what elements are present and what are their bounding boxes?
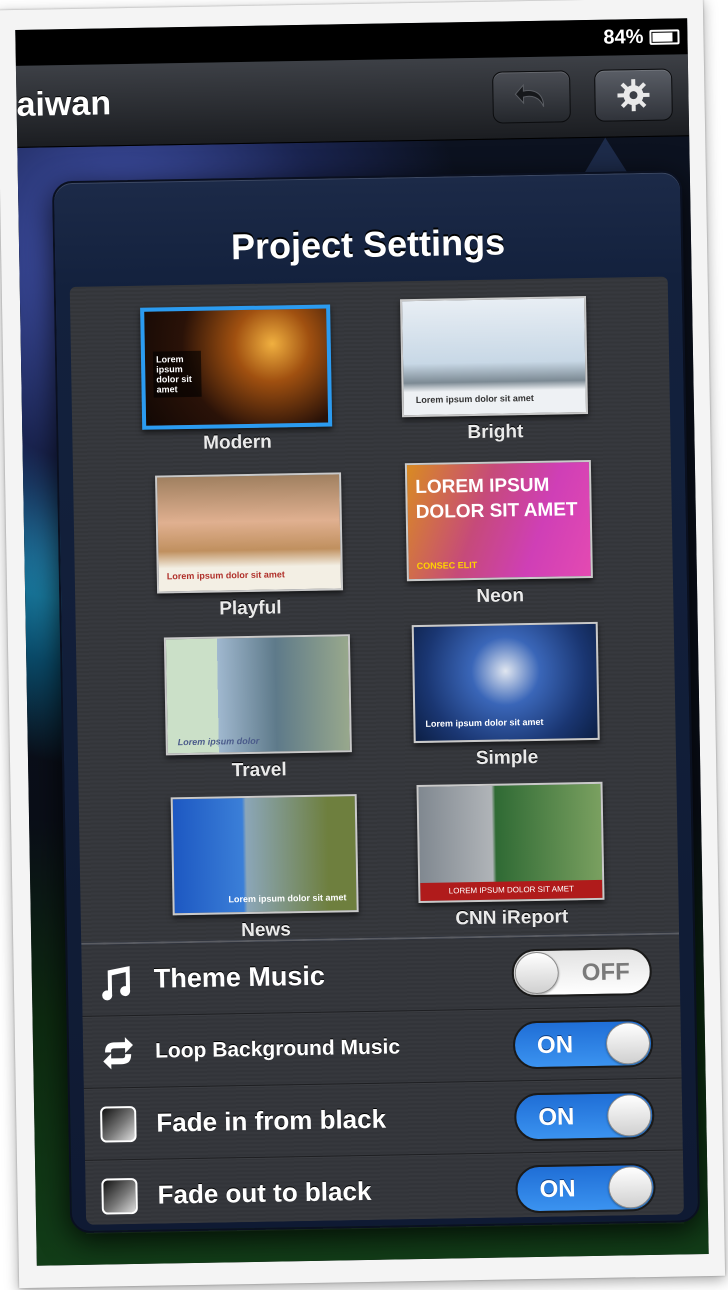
settings-list: Theme Music OFF Loop Background Music ON: [81, 932, 685, 1225]
loop-background-music-label: Loop Background Music: [154, 1035, 401, 1063]
toggle-state: OFF: [581, 958, 631, 987]
fade-in-toggle[interactable]: ON: [513, 1090, 655, 1142]
theme-label: Bright: [467, 421, 524, 444]
theme-thumbnail: LOREM IPSUM DOLOR SIT AMET: [416, 781, 605, 904]
theme-thumbnail: Lorem ipsum dolor sit amet: [170, 794, 359, 916]
theme-bright[interactable]: Lorem ipsum dolor sit amet Bright: [388, 292, 601, 456]
theme-thumbnail: Lorem ipsum dolor sit amet: [140, 304, 333, 430]
theme-grid: Lorem ipsum dolor sit amet Modern Lorem …: [69, 276, 680, 943]
theme-cnn-ireport[interactable]: LOREM IPSUM DOLOR SIT AMET CNN iReport: [404, 778, 617, 942]
thumbnail-caption: Lorem ipsum dolor sit amet: [415, 392, 534, 406]
theme-thumbnail: LOREM IPSUM DOLOR SIT AMET CONSEC ELIT: [404, 459, 593, 582]
theme-label: Modern: [202, 431, 272, 454]
music-note-icon: [102, 966, 131, 1001]
battery-icon: [649, 29, 680, 45]
theme-thumbnail: Lorem ipsum dolor sit amet: [155, 472, 344, 594]
project-settings-popover: Project Settings Lorem ipsum dolor sit a…: [51, 170, 701, 1234]
theme-thumbnail: Lorem ipsum dolor sit amet: [411, 621, 600, 744]
thumbnail-caption: Lorem ipsum dolor sit amet: [425, 716, 544, 729]
thumbnail-caption: Lorem ipsum dolor: [177, 735, 260, 748]
fade-out-icon: [101, 1177, 138, 1215]
theme-label: Simple: [475, 746, 539, 770]
theme-neon[interactable]: LOREM IPSUM DOLOR SIT AMET CONSEC ELIT N…: [393, 456, 606, 620]
thumbnail-caption: Lorem ipsum dolor sit amet: [152, 350, 202, 398]
theme-playful[interactable]: Lorem ipsum dolor sit amet Playful: [143, 468, 356, 632]
theme-label: CNN iReport: [455, 906, 569, 930]
popover-title: Project Settings: [230, 221, 506, 268]
theme-music-row: Theme Music OFF: [81, 934, 681, 1017]
battery-percentage: 84%: [603, 25, 644, 49]
fade-out-label: Fade out to black: [157, 1175, 372, 1210]
fade-in-row: Fade in from black ON: [83, 1078, 683, 1161]
thumbnail-caption: LOREM IPSUM DOLOR SIT AMET: [420, 879, 603, 902]
thumbnail-caption: Lorem ipsum dolor sit amet: [228, 892, 347, 905]
theme-thumbnail: Lorem ipsum dolor sit amet: [400, 296, 589, 418]
thumbnail-subtext: CONSEC ELIT: [416, 559, 478, 572]
toggle-state: ON: [539, 1175, 576, 1203]
project-title: aiwan: [16, 84, 112, 124]
theme-label: Travel: [231, 759, 287, 782]
theme-news[interactable]: Lorem ipsum dolor sit amet News: [159, 790, 372, 954]
toggle-knob: [606, 1094, 652, 1137]
theme-simple[interactable]: Lorem ipsum dolor sit amet Simple: [400, 618, 613, 782]
fade-in-label: Fade in from black: [156, 1103, 387, 1138]
toggle-knob: [608, 1165, 653, 1209]
toggle-state: ON: [538, 1103, 575, 1131]
theme-music-label: Theme Music: [153, 960, 326, 994]
loop-icon: [103, 1037, 133, 1070]
photo-frame: 84% aiwan Project Settings Lorem ipsum d…: [0, 0, 726, 1289]
fade-out-row: Fade out to black ON: [85, 1150, 684, 1232]
gear-icon: [617, 79, 650, 112]
settings-button[interactable]: [594, 68, 673, 122]
popover-arrow: [583, 137, 628, 175]
device-screen: 84% aiwan Project Settings Lorem ipsum d…: [15, 18, 709, 1266]
toggle-knob: [514, 951, 560, 995]
fade-out-toggle[interactable]: ON: [515, 1162, 656, 1214]
loop-background-music-toggle[interactable]: ON: [512, 1018, 654, 1070]
theme-travel[interactable]: Lorem ipsum dolor Travel: [152, 630, 365, 794]
undo-button[interactable]: [492, 70, 571, 124]
theme-music-toggle[interactable]: OFF: [511, 946, 653, 998]
thumbnail-caption: Lorem ipsum dolor sit amet: [166, 569, 285, 582]
theme-label: Playful: [219, 597, 282, 620]
undo-icon: [514, 83, 545, 107]
toggle-knob: [605, 1022, 651, 1065]
fade-in-icon: [100, 1105, 137, 1143]
toggle-state: ON: [536, 1031, 574, 1059]
thumbnail-text: LOREM IPSUM DOLOR SIT AMET: [415, 474, 578, 524]
navigation-bar: aiwan: [15, 54, 690, 148]
loop-background-music-row: Loop Background Music ON: [82, 1006, 682, 1089]
theme-label: Neon: [476, 585, 525, 607]
theme-thumbnail: Lorem ipsum dolor: [163, 634, 352, 756]
theme-modern[interactable]: Lorem ipsum dolor sit amet Modern: [130, 302, 343, 466]
